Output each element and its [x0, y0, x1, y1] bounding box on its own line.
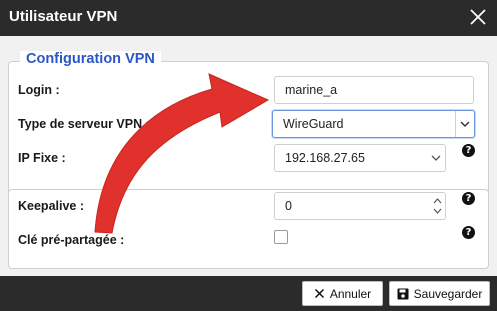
help-icon[interactable]: ? — [462, 226, 475, 239]
fixed-ip-label: IP Fixe : — [18, 151, 66, 165]
psk-checkbox[interactable] — [274, 230, 288, 244]
server-type-label: Type de serveur VPN : — [18, 117, 150, 131]
close-icon[interactable] — [467, 6, 489, 28]
chevron-down-icon — [455, 111, 474, 137]
psk-label: Clé pré-partagée : — [18, 233, 125, 247]
dialog-titlebar: Utilisateur VPN — [0, 0, 497, 36]
vpn-user-dialog: Utilisateur VPN Configuration VPN Login … — [0, 0, 497, 311]
save-button[interactable]: Sauvegarder — [389, 281, 490, 306]
server-type-select[interactable]: WireGuard — [272, 110, 475, 138]
floppy-disk-icon — [397, 288, 409, 299]
keepalive-input[interactable]: 0 — [274, 192, 446, 220]
fixed-ip-select[interactable]: 192.168.27.65 — [274, 144, 446, 172]
dialog-title: Utilisateur VPN — [9, 8, 118, 25]
help-icon[interactable]: ? — [462, 144, 475, 157]
x-icon — [314, 288, 324, 299]
server-type-value: WireGuard — [283, 117, 344, 131]
keepalive-value: 0 — [285, 199, 292, 213]
number-stepper[interactable] — [430, 194, 444, 218]
cancel-button[interactable]: Annuler — [302, 281, 383, 306]
login-input[interactable]: marine_a — [274, 76, 474, 104]
cancel-button-label: Annuler — [329, 286, 372, 301]
help-icon[interactable]: ? — [462, 192, 475, 205]
fixed-ip-value: 192.168.27.65 — [285, 151, 365, 165]
chevron-down-icon — [427, 145, 445, 171]
dialog-body: Configuration VPN Login : marine_a Type … — [0, 36, 497, 276]
login-label: Login : — [18, 83, 60, 97]
vpn-config-legend: Configuration VPN — [20, 51, 161, 67]
save-button-label: Sauvegarder — [413, 286, 483, 301]
keepalive-label: Keepalive : — [18, 199, 85, 213]
dialog-footer: Annuler Sauvegarder — [0, 276, 497, 311]
